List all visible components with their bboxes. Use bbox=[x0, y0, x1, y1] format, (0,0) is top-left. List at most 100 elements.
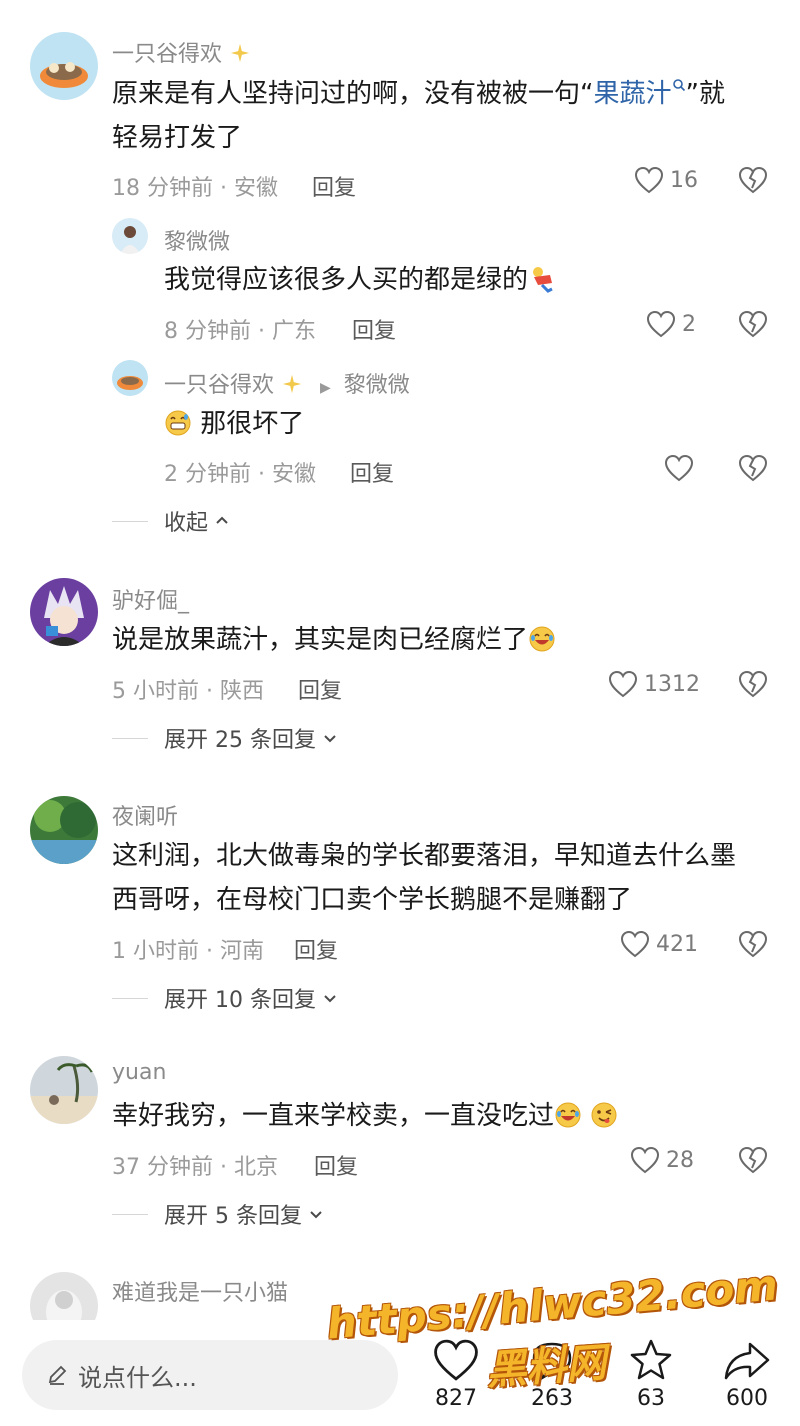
username[interactable]: 一只谷得欢 ▶ 黎微微 bbox=[164, 367, 410, 399]
dislike-icon[interactable] bbox=[738, 166, 768, 194]
comment-meta: 1 小时前 · 河南 bbox=[112, 939, 264, 964]
comment-text-part: 幸好我穷，一直来学校卖，一直没吃过 bbox=[112, 1101, 555, 1131]
heart-icon bbox=[434, 1339, 478, 1381]
like-button[interactable]: 28 bbox=[630, 1146, 694, 1174]
like-post-count: 827 bbox=[435, 1386, 477, 1411]
like-button[interactable]: 1312 bbox=[608, 670, 700, 698]
comment-text-part: ”就 bbox=[685, 79, 725, 109]
avatar[interactable] bbox=[112, 218, 148, 254]
heart-icon bbox=[620, 930, 650, 958]
avatar[interactable] bbox=[30, 1056, 98, 1124]
reply-to-username[interactable]: 黎微微 bbox=[344, 373, 410, 398]
comment-meta: 2 分钟前 · 安徽 bbox=[164, 462, 316, 487]
avatar[interactable] bbox=[30, 796, 98, 864]
comment-text: 那很坏了 bbox=[164, 402, 764, 446]
comment-meta: 8 分钟前 · 广东 bbox=[164, 319, 316, 344]
heart-icon bbox=[646, 310, 676, 338]
comment-text-part: 我觉得应该很多人买的都是绿的 bbox=[164, 265, 529, 295]
dislike-icon[interactable] bbox=[738, 670, 768, 698]
collapse-replies-button[interactable]: 收起 bbox=[112, 505, 230, 537]
comment-meta: 18 分钟前 · 安徽 bbox=[112, 176, 278, 201]
like-count: 16 bbox=[670, 167, 698, 193]
like-button[interactable]: 16 bbox=[634, 166, 698, 194]
like-button[interactable]: 2 bbox=[646, 310, 696, 338]
like-post-button[interactable]: 827 bbox=[432, 1338, 480, 1411]
divider-line bbox=[112, 997, 148, 999]
expand-label: 展开 25 条回复 bbox=[164, 728, 316, 753]
comment-text-part: 那很坏了 bbox=[200, 409, 305, 439]
dislike-icon[interactable] bbox=[738, 310, 768, 338]
comment-text-line1: 这利润，北大做毒枭的学长都要落泪，早知道去什么墨 bbox=[112, 841, 737, 871]
reply-button[interactable]: 回复 bbox=[350, 456, 394, 488]
favorite-button[interactable]: 63 bbox=[628, 1338, 674, 1411]
share-button[interactable]: 600 bbox=[722, 1338, 772, 1411]
avatar[interactable] bbox=[30, 32, 98, 100]
dislike-icon[interactable] bbox=[738, 454, 768, 482]
heart-icon bbox=[634, 166, 664, 194]
sparkle-icon bbox=[229, 42, 251, 64]
username-text[interactable]: 一只谷得欢 bbox=[112, 42, 222, 67]
sparkle-icon bbox=[281, 373, 303, 395]
comment-text: 这利润，北大做毒枭的学长都要落泪，早知道去什么墨 西哥呀，在母校门口卖个学长鹅腿… bbox=[112, 834, 792, 922]
share-arrow-icon bbox=[724, 1342, 770, 1380]
reply-button[interactable]: 回复 bbox=[294, 933, 338, 965]
like-count: 1312 bbox=[644, 671, 700, 697]
username[interactable]: 驴好倔_ bbox=[112, 583, 189, 615]
divider-line bbox=[112, 520, 148, 522]
comment-text: 幸好我穷，一直来学校卖，一直没吃过 bbox=[112, 1094, 792, 1138]
username-text[interactable]: 一只谷得欢 bbox=[164, 373, 274, 398]
chevron-up-icon bbox=[214, 513, 230, 529]
laugh-cry-emoji-icon bbox=[554, 1101, 582, 1129]
watermark-site-name: 黑料网 bbox=[484, 1339, 608, 1395]
favorite-count: 63 bbox=[637, 1386, 665, 1411]
expand-label: 展开 10 条回复 bbox=[164, 988, 316, 1013]
comment-text: 我觉得应该很多人买的都是绿的 bbox=[164, 258, 764, 302]
comment-text: 原来是有人坚持问过的啊，没有被被一句“果蔬汁 ”就 轻易打发了 bbox=[112, 72, 772, 160]
avatar[interactable] bbox=[112, 360, 148, 396]
dance-emoji-icon bbox=[528, 265, 556, 293]
chevron-down-icon bbox=[308, 1206, 324, 1222]
heart-icon bbox=[608, 670, 638, 698]
chevron-down-icon bbox=[322, 730, 338, 746]
comment-input[interactable]: 说点什么... bbox=[22, 1340, 398, 1410]
search-icon bbox=[672, 78, 686, 92]
comment-text-part: 说是放果蔬汁，其实是肉已经腐烂了 bbox=[112, 625, 529, 655]
dislike-icon[interactable] bbox=[738, 1146, 768, 1174]
reply-button[interactable]: 回复 bbox=[312, 170, 356, 202]
dislike-icon[interactable] bbox=[738, 930, 768, 958]
chevron-down-icon bbox=[322, 990, 338, 1006]
like-count: 2 bbox=[682, 311, 696, 337]
like-button[interactable]: 421 bbox=[620, 930, 698, 958]
username[interactable]: 夜阑听 bbox=[112, 799, 178, 831]
grin-emoji-icon bbox=[164, 409, 192, 437]
laugh-cry-emoji-icon bbox=[528, 625, 556, 653]
share-count: 600 bbox=[726, 1386, 768, 1411]
username[interactable]: 黎微微 bbox=[164, 224, 230, 256]
expand-replies-button[interactable]: 展开 5 条回复 bbox=[112, 1198, 324, 1230]
comment-meta: 37 分钟前 · 北京 bbox=[112, 1155, 278, 1180]
reply-button[interactable]: 回复 bbox=[314, 1149, 358, 1181]
comment-text: 说是放果蔬汁，其实是肉已经腐烂了 bbox=[112, 618, 772, 662]
search-link[interactable]: 果蔬汁 bbox=[593, 79, 671, 109]
wink-tongue-emoji-icon bbox=[590, 1101, 618, 1129]
comment-meta: 5 小时前 · 陕西 bbox=[112, 679, 264, 704]
expand-replies-button[interactable]: 展开 25 条回复 bbox=[112, 722, 338, 754]
star-icon bbox=[630, 1339, 672, 1380]
reply-button[interactable]: 回复 bbox=[352, 313, 396, 345]
like-count: 421 bbox=[656, 931, 698, 957]
like-icon[interactable] bbox=[664, 454, 694, 482]
username[interactable]: 难道我是一只小猫 bbox=[112, 1275, 288, 1307]
divider-line bbox=[112, 737, 148, 739]
avatar[interactable] bbox=[30, 578, 98, 646]
divider-line bbox=[112, 1213, 148, 1215]
username[interactable]: 一只谷得欢 bbox=[112, 36, 251, 68]
heart-icon bbox=[630, 1146, 660, 1174]
comment-text-line2: 西哥呀，在母校门口卖个学长鹅腿不是赚翻了 bbox=[112, 885, 633, 915]
reply-arrow-icon: ▶ bbox=[320, 380, 331, 396]
expand-replies-button[interactable]: 展开 10 条回复 bbox=[112, 982, 338, 1014]
reply-button[interactable]: 回复 bbox=[298, 673, 342, 705]
username[interactable]: yuan bbox=[112, 1060, 166, 1085]
collapse-label: 收起 bbox=[164, 511, 209, 536]
pencil-icon bbox=[48, 1365, 67, 1385]
expand-label: 展开 5 条回复 bbox=[164, 1204, 302, 1229]
